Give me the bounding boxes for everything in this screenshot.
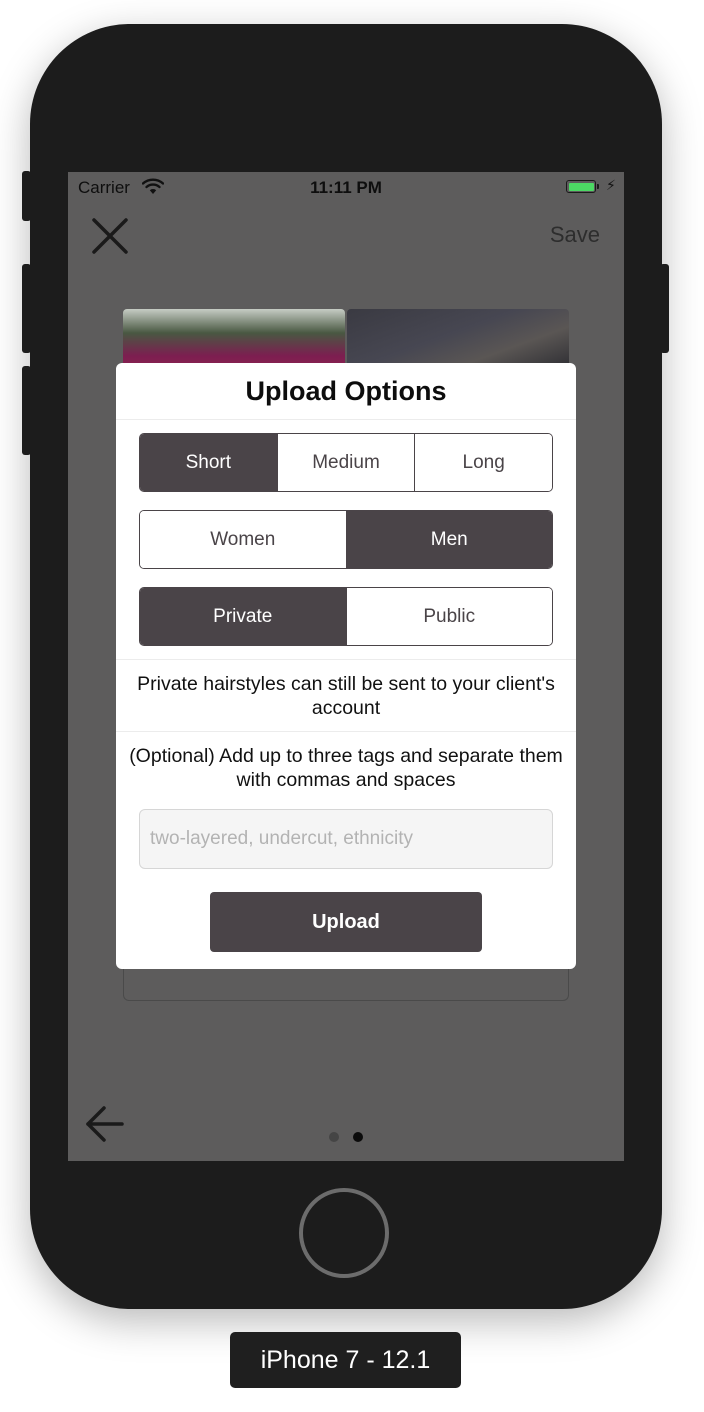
volume-up-button <box>22 264 31 353</box>
app-screen: Carrier 11:11 PM ⚡︎ Save Upload Options … <box>68 172 624 1161</box>
private-note: Private hairstyles can still be sent to … <box>137 673 555 719</box>
status-bar: Carrier 11:11 PM ⚡︎ <box>68 172 624 202</box>
save-button[interactable]: Save <box>550 222 600 248</box>
divider <box>116 419 576 420</box>
close-icon[interactable] <box>90 216 130 256</box>
upload-button[interactable]: Upload <box>210 892 482 952</box>
visibility-segmented-control: Private Public <box>139 587 553 646</box>
battery-icon <box>566 180 599 193</box>
volume-down-button <box>22 366 31 455</box>
segment-short[interactable]: Short <box>140 434 277 491</box>
gender-segmented-control: Women Men <box>139 510 553 569</box>
tags-input[interactable] <box>139 809 553 869</box>
hairstyle-photo <box>123 309 345 369</box>
divider <box>116 659 576 660</box>
page-control <box>68 1132 624 1142</box>
segment-public[interactable]: Public <box>345 588 552 645</box>
length-segmented-control: Short Medium Long <box>139 433 553 492</box>
modal-title: Upload Options <box>245 376 447 406</box>
divider <box>116 731 576 732</box>
segment-long[interactable]: Long <box>414 434 552 491</box>
bolt-icon: ⚡︎ <box>606 177 616 193</box>
segment-medium[interactable]: Medium <box>276 434 415 491</box>
segment-private[interactable]: Private <box>140 588 346 645</box>
tags-instruction: (Optional) Add up to three tags and sepa… <box>129 745 563 791</box>
hairstyle-photo <box>347 309 569 369</box>
segment-women[interactable]: Women <box>140 511 346 568</box>
home-button[interactable] <box>299 1188 389 1278</box>
segment-men[interactable]: Men <box>345 511 552 568</box>
background-card <box>123 969 569 1001</box>
page-dot-active[interactable] <box>353 1132 363 1142</box>
page-dot[interactable] <box>329 1132 339 1142</box>
power-button <box>660 264 669 353</box>
upload-options-modal: Upload Options Short Medium Long Women M… <box>116 363 576 969</box>
status-time: 11:11 PM <box>310 178 382 197</box>
device-label: iPhone 7 - 12.1 <box>230 1332 461 1388</box>
mute-switch <box>22 171 31 221</box>
